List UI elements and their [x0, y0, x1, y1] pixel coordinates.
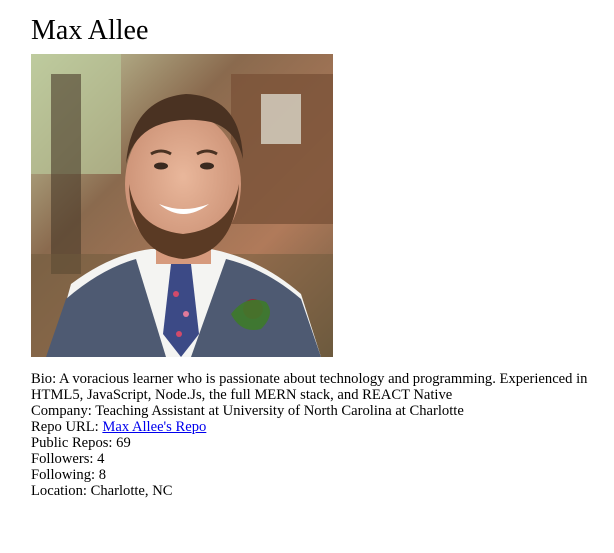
following-value: 8 [98, 467, 107, 483]
profile-name-heading: Max Allee [31, 15, 149, 46]
location-value: Charlotte, NC [90, 483, 173, 499]
location-row: Location: Charlotte, NC [31, 483, 601, 499]
company-label: Company: [31, 403, 92, 419]
bio-label: Bio: [31, 371, 57, 387]
followers-row: Followers: 4 [31, 451, 601, 467]
profile-photo [31, 54, 333, 357]
bio-row: Bio: A voracious learner who is passiona… [31, 371, 601, 403]
repo-link[interactable]: Max Allee's Repo [102, 419, 206, 435]
profile-details: Bio: A voracious learner who is passiona… [31, 371, 601, 499]
public-repos-row: Public Repos: 69 [31, 435, 601, 451]
following-row: Following: 8 [31, 467, 601, 483]
following-label: Following: [31, 467, 96, 483]
location-label: Location: [31, 483, 87, 499]
profile-page: Max Allee Bio: A voracious learner who i… [0, 0, 614, 553]
company-row: Company: Teaching Assistant at Universit… [31, 403, 601, 419]
followers-value: 4 [97, 451, 105, 467]
public-repos-value: 69 [116, 435, 131, 451]
company-text: Teaching Assistant at University of Nort… [95, 403, 464, 419]
bio-text: A voracious learner who is passionate ab… [31, 371, 588, 403]
repo-url-label: Repo URL: [31, 419, 99, 435]
repo-url-row: Repo URL: Max Allee's Repo [31, 419, 601, 435]
public-repos-label: Public Repos: [31, 435, 113, 451]
followers-label: Followers: [31, 451, 94, 467]
